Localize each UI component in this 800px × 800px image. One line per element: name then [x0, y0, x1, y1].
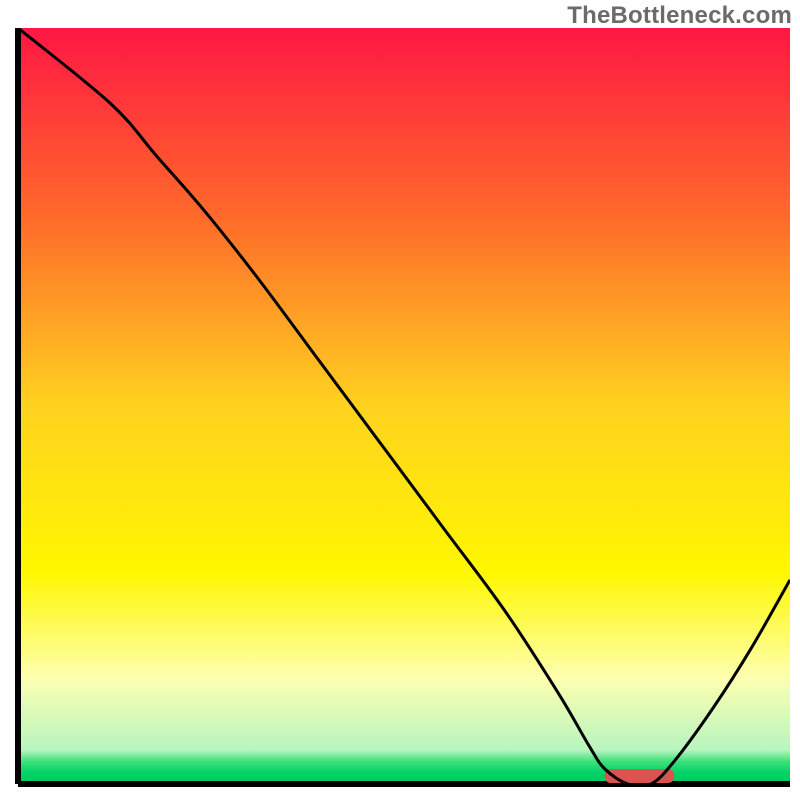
chart-frame: TheBottleneck.com: [0, 0, 800, 800]
chart-svg: [0, 0, 800, 800]
plot-background-gradient: [18, 28, 790, 784]
